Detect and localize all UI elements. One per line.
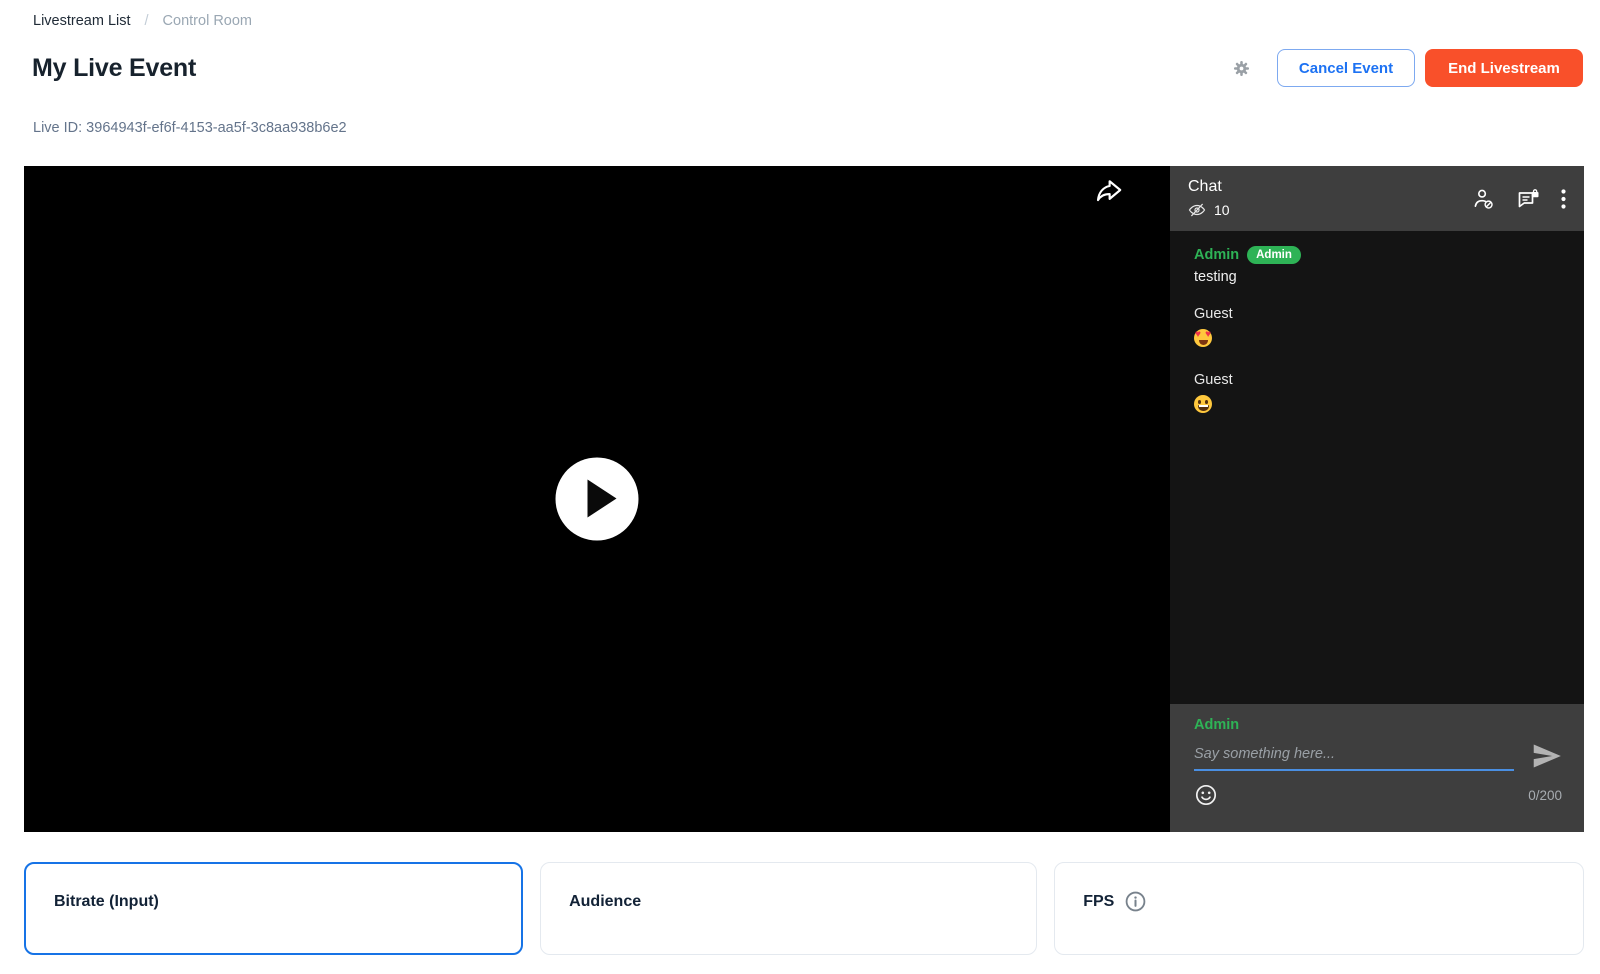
chat-message-list: Admin Admin testing Guest ♥♥ <box>1170 231 1584 704</box>
hidden-viewers-count: 10 <box>1188 201 1230 219</box>
live-id-text: Live ID: 3964943f-ef6f-4153-aa5f-3c8aa93… <box>33 120 347 136</box>
heart-eyes-emoji-icon: ♥♥ <box>1194 329 1212 347</box>
chat-lock-icon[interactable] <box>1516 188 1540 210</box>
play-triangle-icon <box>588 480 617 518</box>
admin-role-badge: Admin <box>1247 246 1301 264</box>
message-username: Admin <box>1194 244 1239 266</box>
end-livestream-label: End Livestream <box>1448 60 1560 77</box>
more-options-icon[interactable] <box>1561 189 1566 209</box>
chat-message: Guest <box>1194 369 1560 420</box>
chat-input-area: Admin <box>1170 704 1584 832</box>
chat-panel: Chat 10 <box>1170 166 1584 832</box>
chat-header: Chat 10 <box>1170 166 1584 231</box>
grinning-emoji-icon <box>1194 395 1212 413</box>
send-icon[interactable] <box>1532 743 1562 769</box>
video-player[interactable] <box>24 166 1170 832</box>
chat-message: Admin Admin testing <box>1194 244 1560 288</box>
share-icon[interactable] <box>1094 176 1124 206</box>
emoji-picker-icon[interactable] <box>1194 783 1218 807</box>
message-username: Guest <box>1194 303 1233 325</box>
eye-off-icon <box>1188 201 1206 219</box>
message-emoji: ♥♥ <box>1194 325 1560 354</box>
settings-gear-icon[interactable] <box>1229 56 1253 80</box>
header-actions: Cancel Event End Livestream <box>1229 49 1583 87</box>
bitrate-card[interactable]: Bitrate (Input) <box>24 862 523 955</box>
block-user-icon[interactable] <box>1472 188 1495 210</box>
player-block: Chat 10 <box>24 166 1584 832</box>
message-username: Guest <box>1194 369 1233 391</box>
breadcrumb-separator: / <box>145 13 149 29</box>
breadcrumb: Livestream List / Control Room <box>33 13 252 29</box>
hidden-viewers-number: 10 <box>1214 202 1230 218</box>
bitrate-card-title: Bitrate (Input) <box>54 893 159 911</box>
audience-card[interactable]: Audience <box>540 862 1037 955</box>
chat-sender-label: Admin <box>1194 717 1562 733</box>
cancel-event-label: Cancel Event <box>1299 60 1393 77</box>
breadcrumb-control-room: Control Room <box>163 13 252 29</box>
breadcrumb-livestream-list[interactable]: Livestream List <box>33 13 131 29</box>
chat-title: Chat <box>1188 178 1230 196</box>
chat-message: Guest ♥♥ <box>1194 303 1560 354</box>
chat-message-input[interactable] <box>1194 742 1514 771</box>
play-button[interactable] <box>556 458 639 541</box>
end-livestream-button[interactable]: End Livestream <box>1425 49 1583 87</box>
char-counter: 0/200 <box>1528 788 1562 803</box>
info-icon[interactable] <box>1124 890 1147 913</box>
page-title: My Live Event <box>32 54 196 83</box>
fps-card-title: FPS <box>1083 893 1114 911</box>
cancel-event-button[interactable]: Cancel Event <box>1277 49 1415 87</box>
audience-card-title: Audience <box>569 893 641 911</box>
message-text: testing <box>1194 266 1560 288</box>
stats-card-row: Bitrate (Input) Audience FPS <box>24 862 1584 955</box>
fps-card[interactable]: FPS <box>1054 862 1584 955</box>
message-emoji <box>1194 391 1560 420</box>
control-room-page: Livestream List / Control Room My Live E… <box>0 0 1600 974</box>
